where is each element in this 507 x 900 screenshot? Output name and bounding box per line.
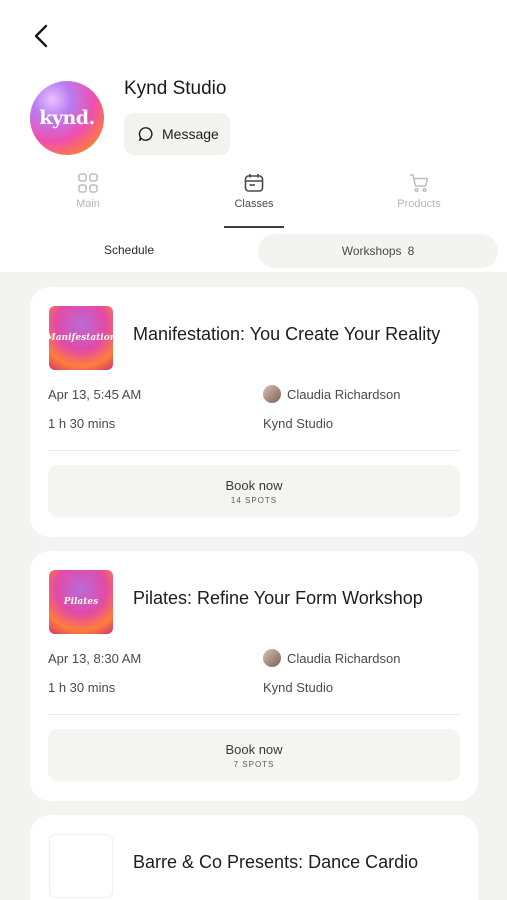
workshop-card[interactable]: Barre & Co Presents: Dance Cardio	[30, 815, 478, 900]
tab-products[interactable]: Products	[359, 172, 479, 230]
workshop-datetime: Apr 13, 5:45 AM	[48, 387, 142, 402]
workshop-thumbnail: Manifestation	[49, 306, 113, 370]
workshop-card[interactable]: Pilates Pilates: Refine Your Form Worksh…	[30, 551, 478, 801]
book-now-label: Book now	[225, 477, 283, 493]
spots-remaining: 14 SPOTS	[230, 495, 278, 505]
subtab-workshops-label: Workshops	[341, 244, 402, 258]
back-button[interactable]	[28, 22, 56, 50]
message-label: Message	[162, 126, 219, 142]
workshop-title: Barre & Co Presents: Dance Cardio	[133, 852, 419, 872]
workshop-duration: 1 h 30 mins	[48, 416, 116, 431]
thumbnail-text: Manifestation	[49, 332, 113, 343]
workshop-thumbnail: Pilates	[49, 570, 113, 634]
workshop-card[interactable]: Manifestation Manifestation: You Create …	[30, 287, 478, 537]
message-button[interactable]: Message	[124, 113, 230, 155]
tab-products-label: Products	[397, 198, 441, 210]
book-now-label: Book now	[225, 741, 283, 757]
subtab-workshops[interactable]: Workshops 8	[258, 234, 498, 268]
workshop-datetime: Apr 13, 8:30 AM	[48, 651, 142, 666]
card-divider	[48, 450, 460, 451]
subtab-schedule[interactable]: Schedule	[0, 232, 258, 268]
workshop-location: Kynd Studio	[263, 416, 334, 431]
studio-avatar: kynd.	[30, 81, 104, 155]
thumbnail-text: Pilates	[63, 596, 99, 607]
instructor-name: Claudia Richardson	[287, 650, 401, 666]
workshop-duration: 1 h 30 mins	[48, 680, 116, 695]
tab-classes-label: Classes	[234, 198, 274, 210]
tab-classes[interactable]: Classes	[194, 172, 314, 230]
book-now-button[interactable]: Book now 7 SPOTS	[48, 729, 460, 781]
avatar-logo-text: kynd.	[39, 107, 95, 129]
instructor-avatar	[263, 649, 281, 667]
workshop-instructor[interactable]: Claudia Richardson	[263, 649, 400, 667]
subtab-bar: Schedule Workshops 8	[0, 232, 507, 270]
active-tab-indicator	[224, 226, 284, 228]
spots-remaining: 7 SPOTS	[233, 759, 275, 769]
cart-icon	[410, 174, 429, 193]
instructor-avatar	[263, 385, 281, 403]
chat-bubble-icon	[138, 127, 153, 142]
grid-icon	[78, 173, 98, 193]
tab-bar: Main Classes Products	[0, 172, 507, 230]
workshop-thumbnail	[49, 834, 113, 898]
workshop-title: Manifestation: You Create Your Reality	[133, 324, 441, 344]
workshop-instructor[interactable]: Claudia Richardson	[263, 385, 400, 403]
workshop-location: Kynd Studio	[263, 680, 334, 695]
chevron-left-icon	[34, 24, 48, 48]
profile-header: kynd. Kynd Studio Message Main Classes P…	[0, 0, 507, 272]
studio-name: Kynd Studio	[124, 78, 227, 99]
workshops-count-badge: 8	[407, 244, 415, 258]
tab-main-label: Main	[76, 198, 100, 210]
workshop-title: Pilates: Refine Your Form Workshop	[133, 588, 423, 608]
calendar-icon	[244, 174, 264, 192]
instructor-name: Claudia Richardson	[287, 386, 401, 402]
workshop-list[interactable]: Manifestation Manifestation: You Create …	[0, 272, 507, 900]
card-divider	[48, 714, 460, 715]
book-now-button[interactable]: Book now 14 SPOTS	[48, 465, 460, 517]
tab-main[interactable]: Main	[28, 172, 148, 230]
